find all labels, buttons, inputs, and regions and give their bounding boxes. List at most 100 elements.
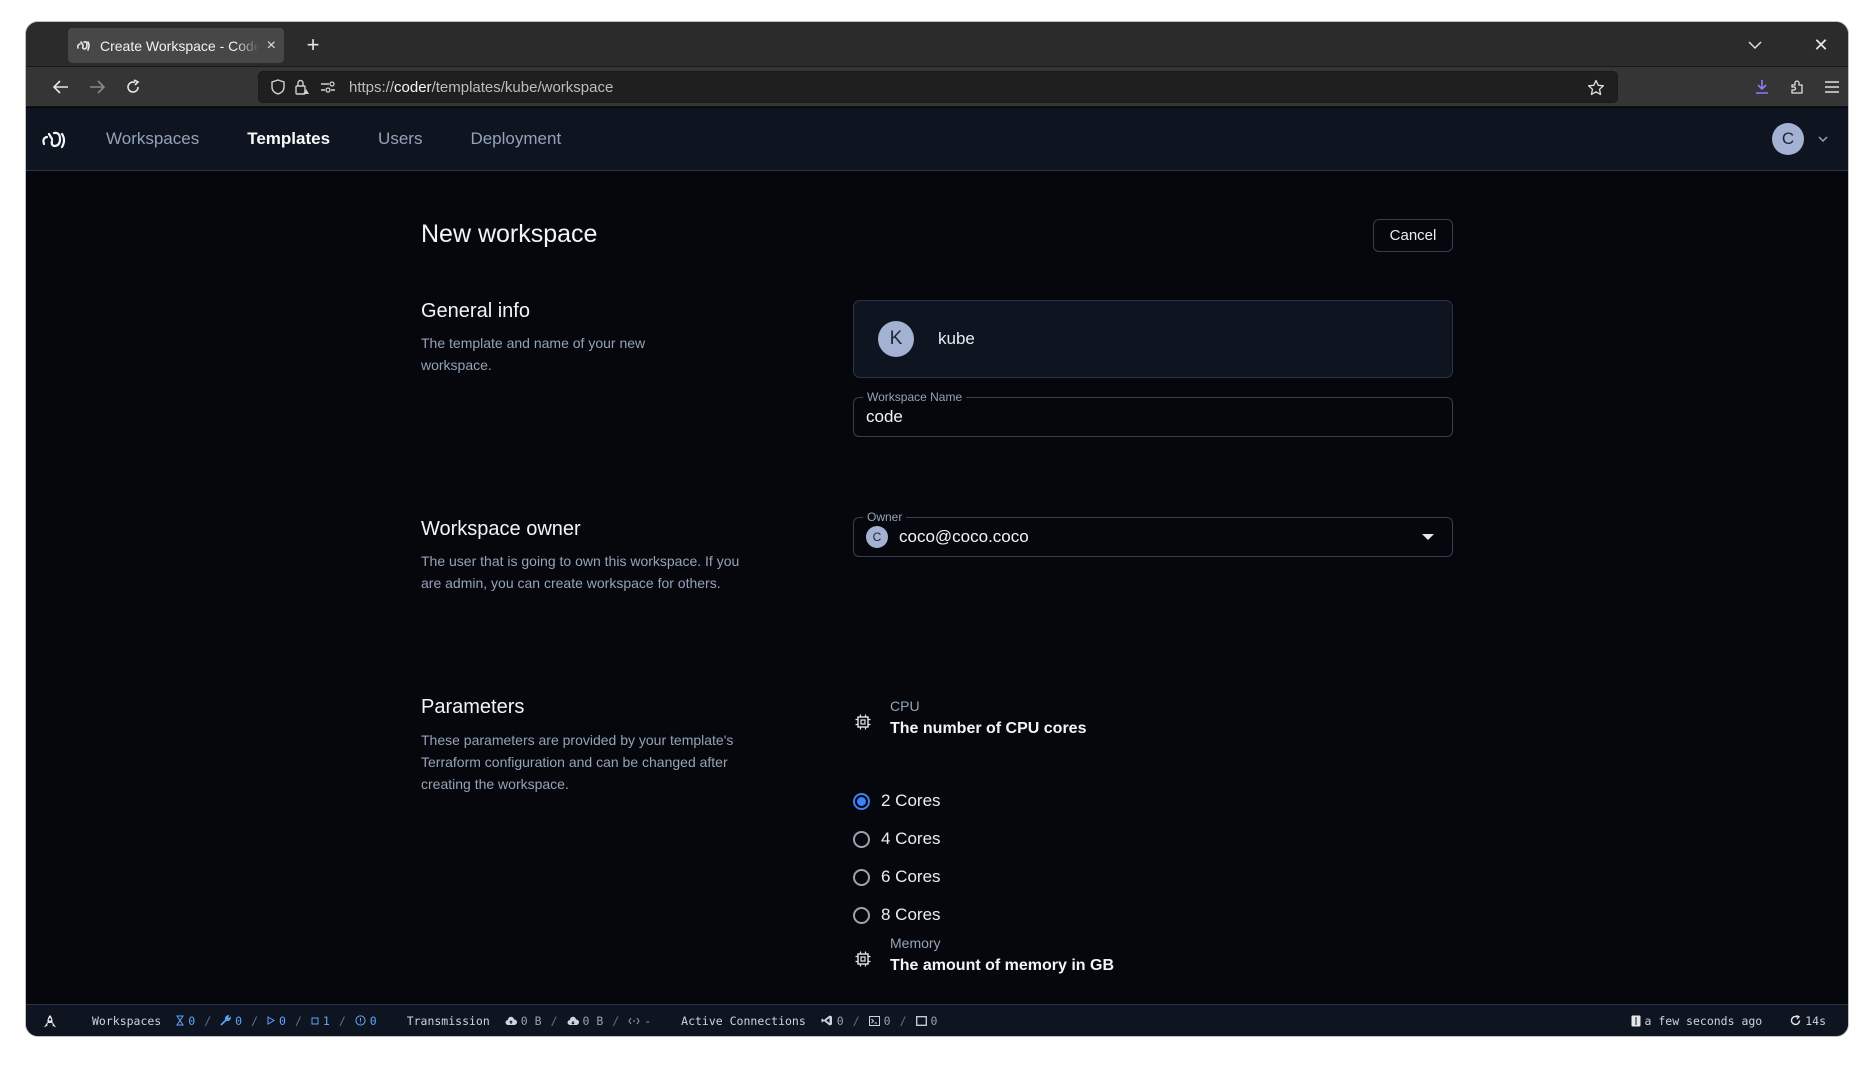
url-path: /templates/kube/workspace bbox=[431, 78, 614, 96]
separator: / bbox=[294, 1013, 302, 1028]
refresh-timer[interactable]: 14s bbox=[1790, 1014, 1826, 1028]
owner-avatar: C bbox=[866, 526, 888, 548]
forward-button[interactable] bbox=[82, 72, 112, 102]
separator: / bbox=[204, 1013, 212, 1028]
workspaces-label: Workspaces bbox=[92, 1013, 162, 1028]
cpu-option-2-cores[interactable]: 2 Cores bbox=[853, 791, 941, 811]
separator: / bbox=[251, 1013, 258, 1028]
shield-icon[interactable] bbox=[267, 76, 289, 98]
close-window-button[interactable]: ✕ bbox=[1808, 32, 1834, 58]
list-tabs-button[interactable] bbox=[1742, 32, 1768, 58]
reload-button[interactable] bbox=[118, 72, 148, 102]
cpu-option-8-cores[interactable]: 8 Cores bbox=[853, 905, 941, 925]
cpu-option-4-cores[interactable]: 4 Cores bbox=[853, 829, 941, 849]
running-count[interactable]: 0 bbox=[267, 1014, 286, 1028]
downloads-button[interactable] bbox=[1747, 72, 1777, 102]
pending-count[interactable]: 0 bbox=[176, 1014, 195, 1028]
back-button[interactable] bbox=[46, 72, 76, 102]
radio-button[interactable] bbox=[853, 830, 870, 848]
radio-button[interactable] bbox=[853, 868, 870, 886]
vscode-connections[interactable]: 0 bbox=[821, 1014, 844, 1028]
chip-icon bbox=[853, 712, 873, 732]
radio-button[interactable] bbox=[853, 906, 870, 924]
refresh-value: 14s bbox=[1805, 1013, 1826, 1028]
app-menu-button[interactable] bbox=[1817, 72, 1847, 102]
extensions-button[interactable] bbox=[1783, 72, 1813, 102]
app-header: Workspaces Templates Users Deployment C bbox=[26, 108, 1848, 171]
app-connections[interactable]: 0 bbox=[915, 1014, 937, 1028]
download-icon bbox=[1756, 80, 1768, 94]
transmission-group: Transmission 0 B / 0 B / - bbox=[407, 1014, 651, 1028]
workspace-name-input[interactable] bbox=[866, 407, 1426, 427]
radio-button-checked[interactable] bbox=[853, 792, 870, 810]
terminal-value: 0 bbox=[883, 1013, 891, 1028]
workspace-owner-description: The user that is going to own this works… bbox=[421, 553, 740, 591]
terminal-icon bbox=[868, 1015, 880, 1026]
upload-stat[interactable]: 0 B bbox=[505, 1014, 542, 1028]
separator: / bbox=[338, 1013, 346, 1028]
dropdown-arrow-icon[interactable] bbox=[1422, 534, 1434, 540]
url-text[interactable]: https://coder/templates/kube/workspace bbox=[349, 79, 613, 96]
stop-icon bbox=[311, 1017, 319, 1024]
building-count[interactable]: 0 bbox=[220, 1014, 242, 1028]
transmission-label: Transmission bbox=[406, 1013, 490, 1028]
template-avatar: K bbox=[878, 321, 914, 357]
parameters-description: These parameters are provided by your te… bbox=[421, 732, 734, 792]
nav-workspaces[interactable]: Workspaces bbox=[106, 129, 199, 149]
permissions-icon[interactable] bbox=[317, 76, 339, 98]
owner-value: coco@coco.coco bbox=[899, 527, 1029, 546]
cpu-option-6-cores[interactable]: 6 Cores bbox=[853, 867, 941, 887]
main-nav: Workspaces Templates Users Deployment bbox=[106, 108, 609, 170]
nav-deployment[interactable]: Deployment bbox=[470, 129, 561, 149]
coder-favicon-icon bbox=[76, 38, 92, 54]
user-menu[interactable]: C bbox=[1772, 123, 1828, 155]
separator: / bbox=[612, 1013, 620, 1028]
connections-group: Active Connections 0 / 0 / 0 bbox=[681, 1014, 937, 1028]
workspace-owner-title: Workspace owner bbox=[421, 518, 581, 540]
building-value: 0 bbox=[235, 1013, 243, 1028]
lock-warning-icon[interactable] bbox=[291, 76, 313, 98]
last-updated[interactable]: a few seconds ago bbox=[1631, 1013, 1763, 1028]
url-bar[interactable]: https://coder/templates/kube/workspace bbox=[258, 71, 1618, 103]
arrow-right-icon bbox=[90, 80, 105, 94]
last-updated-value: a few seconds ago bbox=[1644, 1013, 1763, 1028]
coder-logo-icon[interactable] bbox=[40, 126, 68, 154]
memory-parameter-description: The amount of memory in GB bbox=[890, 957, 1115, 974]
url-host: coder bbox=[394, 78, 432, 96]
template-name: kube bbox=[938, 329, 975, 348]
radio-label: 4 Cores bbox=[881, 829, 941, 848]
terminal-connections[interactable]: 0 bbox=[868, 1013, 891, 1028]
nav-users[interactable]: Users bbox=[378, 129, 422, 149]
latency-stat[interactable]: - bbox=[628, 1014, 651, 1028]
latency-value: - bbox=[644, 1013, 652, 1028]
nav-templates[interactable]: Templates bbox=[247, 129, 330, 149]
vscode-value: 0 bbox=[836, 1013, 844, 1028]
new-tab-button[interactable]: + bbox=[298, 30, 328, 60]
stopped-count[interactable]: 1 bbox=[311, 1014, 330, 1028]
general-info-description: The template and name of your new worksp… bbox=[421, 335, 646, 373]
radio-label: 8 Cores bbox=[881, 905, 941, 924]
chevron-down-icon bbox=[1818, 135, 1828, 142]
tab-title: Create Workspace - Coder bbox=[100, 37, 259, 54]
owner-select[interactable]: Owner C coco@coco.coco bbox=[853, 510, 1453, 557]
stopped-value: 1 bbox=[322, 1013, 330, 1028]
template-card: K kube bbox=[853, 300, 1453, 378]
failed-count[interactable]: 0 bbox=[355, 1014, 377, 1028]
workspace-name-label: Workspace Name bbox=[863, 390, 967, 404]
close-tab-icon[interactable]: × bbox=[267, 37, 276, 54]
wrench-icon bbox=[220, 1015, 232, 1026]
puzzle-icon bbox=[1791, 80, 1803, 94]
rocket-icon[interactable] bbox=[44, 1014, 56, 1028]
workspace-name-field[interactable]: Workspace Name bbox=[853, 390, 1453, 437]
running-value: 0 bbox=[279, 1013, 286, 1028]
user-avatar[interactable]: C bbox=[1772, 123, 1804, 155]
bookmark-star-icon[interactable] bbox=[1585, 77, 1607, 99]
arrow-left-icon bbox=[53, 80, 68, 94]
radio-label: 2 Cores bbox=[881, 791, 941, 810]
cpu-parameter-description: The number of CPU cores bbox=[890, 720, 1087, 737]
chip-icon bbox=[853, 949, 873, 969]
vscode-icon bbox=[821, 1015, 832, 1026]
tab-create-workspace[interactable]: Create Workspace - Coder × bbox=[68, 28, 284, 63]
cancel-button[interactable]: Cancel bbox=[1373, 219, 1453, 252]
download-stat[interactable]: 0 B bbox=[567, 1014, 603, 1028]
